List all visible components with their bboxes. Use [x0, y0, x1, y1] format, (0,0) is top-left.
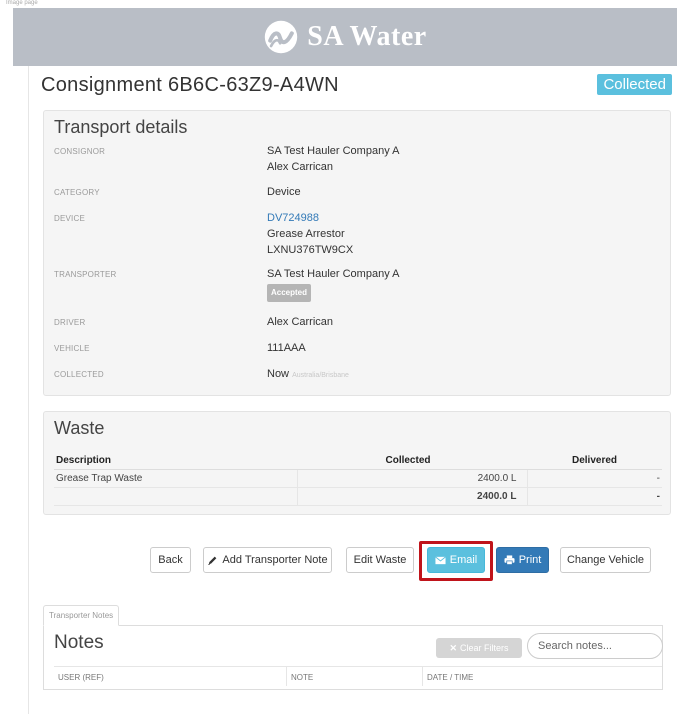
vehicle-label: VEHICLE	[54, 344, 90, 353]
print-label: Print	[518, 554, 542, 566]
brand-name: SA Water	[307, 21, 427, 52]
brand-logo: SA Water	[263, 19, 426, 55]
total-delivered: -	[527, 487, 662, 506]
waste-description: Grease Trap Waste	[54, 469, 298, 488]
status-badge: Collected	[597, 74, 672, 95]
search-notes-input[interactable]	[527, 633, 663, 659]
back-label: Back	[158, 554, 183, 566]
notes-panel: Notes ✕ Clear Filters USER (REF) NOTE DA…	[43, 626, 663, 690]
collected-label: COLLECTED	[54, 370, 104, 379]
brand-header: SA Water	[13, 8, 677, 66]
device-id-link[interactable]: DV724988	[267, 210, 353, 226]
waste-delivered: -	[527, 469, 662, 488]
note-header: NOTE	[287, 667, 423, 686]
vehicle-value: 111AAA	[267, 342, 306, 354]
email-highlight-box	[419, 541, 493, 581]
consignor-company: SA Test Hauler Company A	[267, 145, 400, 157]
collected-time: Now	[267, 368, 290, 380]
user-ref-header: USER (REF)	[54, 667, 287, 686]
description-header: Description	[54, 452, 297, 470]
printer-icon	[504, 555, 515, 565]
edit-waste-button[interactable]: Edit Waste	[346, 547, 414, 573]
total-collected: 2400.0 L	[297, 487, 528, 506]
datetime-header: DATE / TIME	[427, 673, 474, 682]
collected-timezone: Australia/Brisbane	[292, 372, 349, 379]
back-button[interactable]: Back	[150, 547, 191, 573]
x-icon: ✕	[449, 642, 458, 653]
edit-waste-label: Edit Waste	[353, 554, 407, 566]
clear-filters-label: Clear Filters	[460, 643, 509, 653]
notes-title: Notes	[54, 632, 104, 653]
notes-tabs: Transporter Notes	[43, 605, 663, 626]
clear-filters-button[interactable]: ✕ Clear Filters	[436, 638, 522, 658]
top-caption-artifact: Image page	[6, 0, 38, 6]
transporter-value: SA Test Hauler Company A Accepted	[267, 266, 399, 302]
consignor-label: CONSIGNOR	[54, 147, 106, 156]
total-row: 2400.0 L -	[54, 487, 662, 506]
category-value: Device	[267, 186, 301, 198]
change-vehicle-label: Change Vehicle	[566, 554, 645, 566]
consignor-person: Alex Carrican	[267, 161, 334, 173]
sa-water-logo-icon	[265, 20, 298, 54]
driver-label: DRIVER	[54, 318, 86, 327]
collected-header: Collected	[297, 452, 527, 470]
waste-panel: Waste Description Collected Delivered Gr…	[43, 411, 671, 515]
driver-value: Alex Carrican	[267, 316, 334, 328]
waste-table-header: Description Collected Delivered	[54, 452, 662, 470]
transport-details-title: Transport details	[54, 117, 188, 137]
delivered-header: Delivered	[527, 452, 662, 470]
transporter-label: TRANSPORTER	[54, 270, 117, 279]
table-row: Grease Trap Waste 2400.0 L -	[54, 469, 662, 488]
waste-title: Waste	[54, 418, 105, 438]
pencil-icon	[208, 556, 217, 565]
consignment-title: Consignment 6B6C-63Z9-A4WN	[41, 74, 339, 96]
add-note-label: Add Transporter Note	[222, 554, 328, 566]
collected-value: Now Australia/Brisbane	[267, 366, 349, 384]
print-button[interactable]: Print	[496, 547, 549, 573]
notes-table-header: USER (REF) NOTE DATE / TIME	[54, 666, 662, 686]
device-label: DEVICE	[54, 214, 85, 223]
total-description	[54, 487, 298, 506]
consignor-value: SA Test Hauler Company A Alex Carrican	[267, 143, 399, 175]
accepted-badge: Accepted	[267, 284, 312, 302]
tab-transporter-notes[interactable]: Transporter Notes	[43, 605, 120, 626]
consignment-card: Consignment 6B6C-63Z9-A4WN Collected Tra…	[28, 66, 676, 714]
transporter-company: SA Test Hauler Company A	[267, 268, 400, 280]
transport-details-panel: Transport details CONSIGNOR SA Test Haul…	[43, 110, 671, 396]
device-type: Grease Arrestor	[267, 228, 345, 240]
device-code: LXNU376TW9CX	[267, 244, 354, 256]
add-transporter-note-button[interactable]: Add Transporter Note	[203, 547, 332, 573]
waste-collected: 2400.0 L	[297, 469, 528, 488]
category-label: CATEGORY	[54, 188, 100, 197]
waste-table: Description Collected Delivered Grease T…	[54, 452, 662, 506]
change-vehicle-button[interactable]: Change Vehicle	[560, 547, 651, 573]
device-value: DV724988 Grease Arrestor LXNU376TW9CX	[267, 210, 353, 258]
